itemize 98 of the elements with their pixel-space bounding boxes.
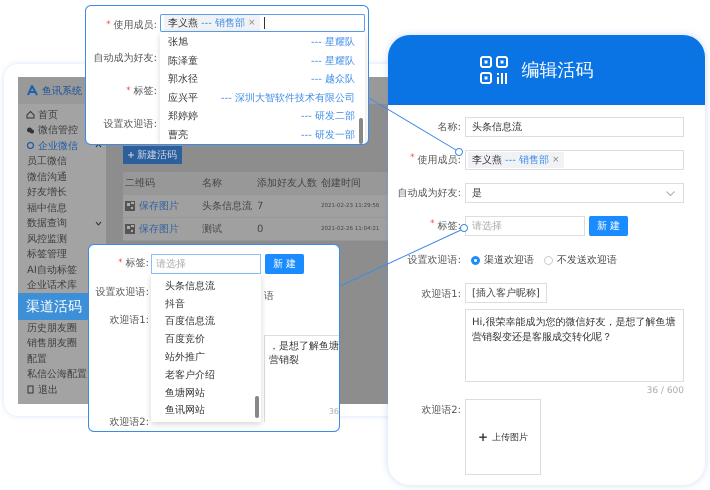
required-mark: * [410,153,415,165]
member-tag: 李义燕 --- 销售部 × [164,15,260,31]
sidebar-item[interactable]: 企业微信 [18,138,106,154]
field-label: 设置欢迎语: [104,118,157,131]
field-label: 自动成为好友: [398,186,461,200]
message-field[interactable]: Hi,很荣幸能成为您的微信好友，是想了解鱼塘营销裂变还是客服成交转化呢？ [465,309,684,382]
exit-icon [26,385,35,394]
logo-text: 鱼讯系统 [42,84,82,98]
table-cell-text: 0 [256,224,264,234]
dropdown-option[interactable]: 抖音 [165,294,261,313]
dropdown-option[interactable]: 应兴平 --- 深圳大智软件技术有限公司 [168,88,355,107]
circle-icon [26,141,35,150]
dropdown-option[interactable]: 鱼讯网站 [165,402,261,420]
save-image-link[interactable]: 保存图片 [139,199,179,213]
radio-option[interactable]: 渠道欢迎语 [471,253,534,267]
sidebar-item[interactable]: 福中信息 [18,200,106,216]
member-tag: 李义燕 --- 销售部 × [468,152,564,168]
home-icon [26,110,35,120]
column-header: 名称 [201,177,223,190]
department-text: --- 星耀队 [310,36,355,50]
sidebar-item[interactable]: 好友增长 [18,184,106,200]
required-mark: * [106,20,111,30]
qr-code-icon [480,56,508,84]
dropdown-option[interactable]: 郑婷婷 --- 研发二部 [168,107,355,126]
field-label: 标签: [126,256,149,270]
name-field[interactable]: 头条信息流 [465,117,684,137]
save-image-link[interactable]: 保存图片 [139,222,179,236]
scrollbar-thumb[interactable] [359,118,363,144]
dropdown-option[interactable]: 曹亮 --- 研发一部 [168,126,355,144]
radio-option[interactable]: 不发送欢迎语 [544,253,617,267]
caret-down-icon [95,220,102,226]
select-field[interactable]: 是 [465,183,684,203]
logo-icon [27,85,38,96]
column-header: 二维码 [124,176,156,190]
required-mark: * [126,86,131,96]
field-label: 设置欢迎语: [408,254,461,267]
field-label: 标签: [134,84,157,98]
department-text: --- 研发一部 [300,128,355,142]
character-count: 36 / 600 [646,386,684,396]
field-label: 使用成员: [418,154,461,167]
callout-label[interactable]: 渠道活码 [18,293,88,320]
table-cell-text: 7 [256,200,264,212]
table-cell-text: 测试 [201,222,223,236]
table-cell-text: 头条信息流 [201,200,253,213]
member-field[interactable]: 李义燕 --- 销售部 × [160,14,365,32]
tag-select-field[interactable]: 请选择 [465,216,585,236]
column-header: 添加好友人数 [256,176,318,190]
chevron-down-icon [666,190,675,196]
dropdown-option[interactable]: 老客户介绍 [165,366,261,384]
text-cursor [264,17,265,29]
field-label: 标签: [438,220,461,233]
dropdown-option[interactable]: 张旭 --- 星耀队 [168,33,355,52]
field-label: 名称: [438,121,461,134]
field-label: 欢迎语1: [109,314,149,328]
radio-button[interactable] [471,256,480,264]
field-label: 自动成为好友: [94,52,157,65]
dropdown-option[interactable]: 陈泽童 --- 星耀队 [168,52,355,70]
sidebar-item[interactable]: 员工微信 [18,154,106,169]
panel-title: 编辑活码 [522,59,594,82]
remove-button[interactable]: × [248,18,256,28]
member-field[interactable]: 李义燕 --- 销售部 × [465,150,684,170]
sidebar-item[interactable]: 风控监测 [18,231,106,246]
dropdown-option[interactable]: 百度竞价 [165,330,261,348]
plus-icon [128,152,134,158]
radio-button[interactable] [544,256,553,264]
field-label: 欢迎语1: [421,288,461,301]
department-text: --- 越众队 [310,72,355,86]
department-text: --- 销售部 [505,154,550,167]
field-label: 使用成员: [114,18,157,32]
department-text: --- 星耀队 [310,54,355,68]
tag-select-field[interactable]: 请选择 [151,254,261,274]
sidebar-item[interactable]: 数据查询 [18,216,106,231]
dropdown-option[interactable]: 站外推广 [165,348,261,366]
required-mark: * [118,258,123,268]
department-text: --- 深圳大智软件技术有限公司 [220,92,355,105]
dropdown-option[interactable]: 鱼塘网站 [165,384,261,402]
scrollbar-thumb[interactable] [255,396,259,418]
department-text: --- 研发二部 [300,110,355,124]
field-label: 欢迎语2: [421,404,461,417]
field-label: 欢迎语2: [109,416,149,430]
insert-nickname-button[interactable]: [插入客户昵称] [465,283,547,303]
dropdown-option[interactable]: 郭水径 --- 越众队 [168,70,355,88]
sidebar-item[interactable]: 退出 [18,382,106,398]
radio-label: 语 [264,290,275,303]
column-header: 创建时间 [320,176,362,190]
new-tag-button[interactable]: 新 建 [265,254,304,274]
dropdown-option[interactable]: 头条信息流 [165,277,261,295]
upload-image-button[interactable]: + 上传图片 [465,399,541,475]
field-label: 设置欢迎语: [96,286,149,299]
new-tag-button[interactable]: 新 建 [589,216,628,236]
dropdown-option[interactable]: 百度信息流 [165,312,261,330]
message-field[interactable]: ，是想了解鱼塘营销裂 36 [264,335,339,422]
department-text: --- 销售部 [201,16,246,30]
remove-button[interactable]: × [552,155,560,165]
required-mark: * [430,219,435,231]
new-code-button[interactable]: 新建活码 [123,146,182,164]
chat-icon [26,126,35,135]
sidebar-item[interactable]: 微信沟通 [18,169,106,184]
